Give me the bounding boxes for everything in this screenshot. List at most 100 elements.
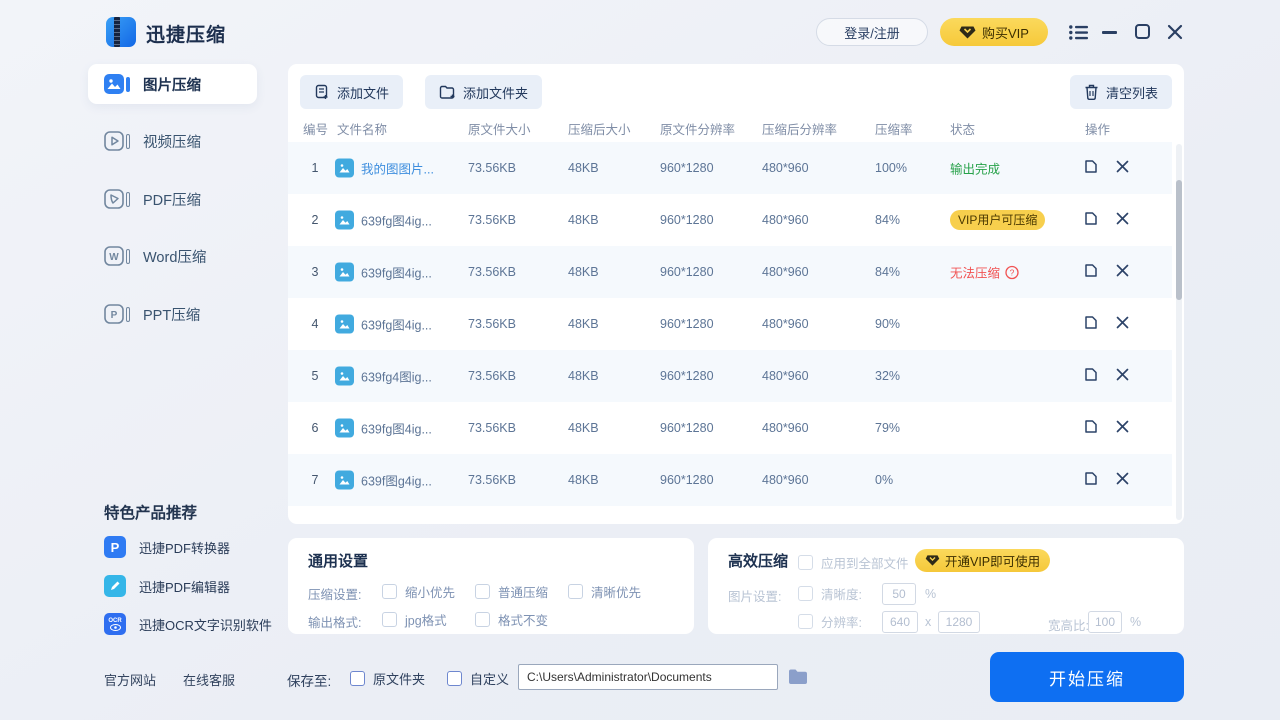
- checkbox[interactable]: [382, 612, 397, 627]
- pdf-compress-icon: [104, 189, 130, 209]
- minimize-icon[interactable]: [1102, 31, 1117, 34]
- add-file-button[interactable]: 添加文件: [300, 75, 404, 109]
- col-ratio: 压缩率: [875, 123, 913, 137]
- remove-file-icon[interactable]: [1116, 420, 1129, 436]
- app-logo: [106, 17, 136, 47]
- checkbox[interactable]: [350, 671, 365, 686]
- close-icon[interactable]: [1167, 24, 1183, 40]
- col-actions: 操作: [1085, 123, 1111, 137]
- sidebar-item-pdf-compress[interactable]: PDF压缩: [88, 179, 257, 219]
- remove-file-icon[interactable]: [1116, 368, 1129, 384]
- image-file-icon: [335, 366, 354, 386]
- open-file-icon[interactable]: [1083, 159, 1099, 178]
- image-file-icon: [335, 210, 354, 230]
- featured-products-title: 特色产品推荐: [104, 505, 198, 522]
- app-title: 迅捷压缩: [146, 25, 227, 46]
- add-file-icon: [315, 84, 328, 99]
- checkbox[interactable]: [798, 555, 813, 570]
- option-resolution[interactable]: 分辨率:: [798, 612, 862, 631]
- option-clarity-priority[interactable]: 清晰优先: [568, 582, 641, 601]
- svg-text:?: ?: [1010, 267, 1015, 277]
- checkbox[interactable]: [447, 671, 462, 686]
- checkbox[interactable]: [798, 586, 813, 601]
- trash-icon: [1085, 84, 1098, 100]
- browse-folder-icon[interactable]: [788, 668, 808, 690]
- status-done: 输出完成: [950, 162, 1001, 177]
- word-compress-icon: W: [104, 246, 130, 266]
- option-original-folder[interactable]: 原文件夹: [350, 669, 425, 688]
- table-row: 4 639fg图4ig... 73.56KB 48KB 960*1280 480…: [288, 298, 1172, 350]
- remove-file-icon[interactable]: [1116, 264, 1129, 280]
- image-file-icon: [335, 314, 354, 334]
- open-file-icon[interactable]: [1083, 367, 1099, 386]
- buy-vip-button[interactable]: 购买VIP: [940, 18, 1048, 46]
- login-register-button[interactable]: 登录/注册: [816, 18, 928, 46]
- open-file-icon[interactable]: [1083, 211, 1099, 230]
- open-file-icon[interactable]: [1083, 471, 1099, 490]
- col-out-res: 压缩后分辨率: [762, 123, 838, 137]
- remove-file-icon[interactable]: [1116, 316, 1129, 332]
- general-settings-title: 通用设置: [308, 553, 369, 570]
- remove-file-icon[interactable]: [1116, 160, 1129, 176]
- add-folder-button[interactable]: 添加文件夹: [425, 75, 543, 109]
- start-compress-button[interactable]: 开始压缩: [990, 652, 1184, 702]
- open-vip-badge[interactable]: 开通VIP即可使用: [915, 549, 1051, 572]
- table-row: 1 我的图图片... 73.56KB 48KB 960*1280 480*960…: [288, 142, 1172, 194]
- checkbox[interactable]: [475, 612, 490, 627]
- sidebar-item-image-compress[interactable]: 图片压缩: [88, 64, 257, 104]
- col-status: 状态: [950, 123, 976, 137]
- product-pdf-converter[interactable]: P 迅捷PDF转换器: [104, 536, 230, 558]
- vip-diamond-icon: [925, 555, 940, 566]
- remove-file-icon[interactable]: [1116, 472, 1129, 488]
- pdf-editor-icon: [104, 575, 126, 597]
- question-circle-icon[interactable]: ?: [1005, 265, 1019, 279]
- status-vip-badge: VIP用户可压缩: [950, 210, 1046, 230]
- product-ocr[interactable]: OCR 迅捷OCR文字识别软件: [104, 613, 272, 635]
- table-scrollbar-thumb[interactable]: [1176, 180, 1182, 300]
- image-file-icon: [335, 470, 354, 490]
- efficient-compress-title: 高效压缩: [728, 553, 789, 570]
- online-support-link[interactable]: 在线客服: [183, 670, 235, 689]
- remove-file-icon[interactable]: [1116, 212, 1129, 228]
- open-file-icon[interactable]: [1083, 315, 1099, 334]
- col-id: 编号: [303, 123, 329, 137]
- option-keep-format[interactable]: 格式不变: [475, 610, 548, 629]
- checkbox[interactable]: [568, 584, 583, 599]
- option-custom-folder[interactable]: 自定义: [447, 669, 509, 688]
- save-path-input[interactable]: [518, 664, 778, 690]
- open-file-icon[interactable]: [1083, 419, 1099, 438]
- product-pdf-editor[interactable]: 迅捷PDF编辑器: [104, 575, 230, 597]
- clarity-input[interactable]: [882, 583, 916, 605]
- table-row: 6 639fg图4ig... 73.56KB 48KB 960*1280 480…: [288, 402, 1172, 454]
- image-file-icon: [335, 418, 354, 438]
- pdf-converter-icon: P: [104, 536, 126, 558]
- vip-diamond-icon: [959, 26, 976, 38]
- ocr-icon: OCR: [104, 613, 126, 635]
- sidebar-item-word-compress[interactable]: W Word压缩: [88, 236, 257, 276]
- table-row: 2 639fg图4ig... 73.56KB 48KB 960*1280 480…: [288, 194, 1172, 246]
- col-out-size: 压缩后大小: [568, 123, 631, 137]
- maximize-icon[interactable]: [1135, 24, 1150, 39]
- checkbox[interactable]: [382, 584, 397, 599]
- sidebar-item-ppt-compress[interactable]: P PPT压缩: [88, 294, 257, 334]
- option-apply-all[interactable]: 应用到全部文件: [798, 553, 909, 572]
- task-list-icon[interactable]: [1069, 25, 1089, 40]
- aspect-ratio-input[interactable]: [1088, 611, 1122, 633]
- clear-list-button[interactable]: 清空列表: [1069, 75, 1172, 109]
- add-folder-icon: [439, 85, 455, 99]
- option-shrink-priority[interactable]: 缩小优先: [382, 582, 455, 601]
- general-settings-card: 通用设置 压缩设置: 缩小优先 普通压缩 清晰优先 输出格式: jpg格式 格式…: [288, 538, 694, 634]
- checkbox[interactable]: [475, 584, 490, 599]
- open-file-icon[interactable]: [1083, 263, 1099, 282]
- official-website-link[interactable]: 官方网站: [104, 670, 156, 689]
- image-file-icon: [335, 262, 354, 282]
- table-row: 3 639fg图4ig... 73.56KB 48KB 960*1280 480…: [288, 246, 1172, 298]
- option-normal-compress[interactable]: 普通压缩: [475, 582, 548, 601]
- sidebar-item-video-compress[interactable]: 视频压缩: [88, 121, 257, 161]
- resolution-width-input[interactable]: [882, 611, 918, 633]
- checkbox[interactable]: [798, 614, 813, 629]
- resolution-height-input[interactable]: [938, 611, 980, 633]
- option-jpg-format[interactable]: jpg格式: [382, 610, 447, 629]
- ppt-compress-icon: P: [104, 304, 130, 324]
- option-clarity[interactable]: 清晰度:: [798, 584, 862, 603]
